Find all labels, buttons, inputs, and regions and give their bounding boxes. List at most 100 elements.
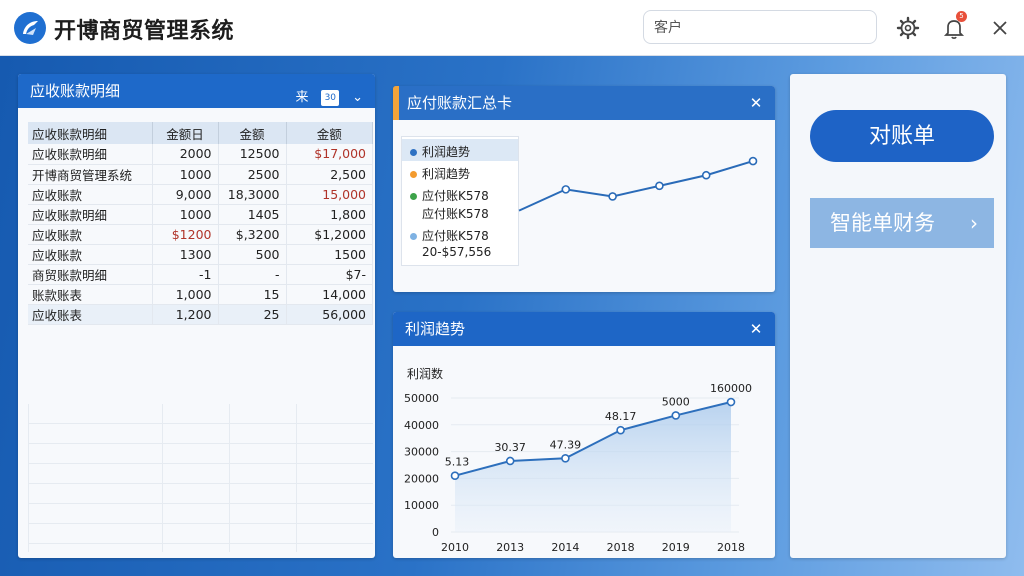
reconciliation-button[interactable]: 对账单 [810, 110, 994, 162]
ledger-title: 应收账款明细 [30, 82, 121, 100]
smart-finance-button[interactable]: 智能单财务 › [810, 198, 994, 248]
payable-legend: 利润趋势 利润趋势 应付账K578 应付账K578 应付账K578 20-$57… [401, 136, 519, 266]
ledger-header: 应收账款明细 来 30 ⌄ [18, 74, 375, 108]
table-cell: 2500 [218, 164, 287, 185]
chevron-down-icon[interactable]: ⌄ [352, 81, 363, 115]
table-cell: 应收账款 [28, 224, 153, 245]
table-cell: 1500 [286, 244, 373, 265]
column-header[interactable]: 金额 [286, 122, 373, 144]
column-header[interactable]: 金额日 [152, 122, 219, 144]
table-row[interactable]: 应收账款明细 1000 1405 1,800 [28, 204, 373, 225]
table-row[interactable]: 账款账表 1,000 15 14,000 [28, 284, 373, 305]
chevron-right-icon: › [970, 211, 978, 235]
table-cell: $,3200 [218, 224, 287, 245]
table-row[interactable]: 应收账款 9,000 18,3000 15,000 [28, 184, 373, 205]
search-input[interactable] [643, 10, 877, 44]
data-point [608, 192, 617, 201]
data-point [726, 397, 736, 407]
data-label: 47.39 [550, 438, 582, 451]
y-tick-label: 20000 [404, 472, 439, 485]
table-cell: 9,000 [152, 184, 219, 205]
data-label: 5000 [662, 395, 690, 408]
data-point [561, 185, 571, 194]
table-cell: $7- [286, 264, 373, 285]
legend-dot [410, 171, 417, 178]
action-panel: 对账单 智能单财务 › [790, 74, 1006, 558]
table-cell: 1000 [152, 164, 219, 185]
close-icon[interactable] [986, 14, 1014, 42]
table-cell: 商贸账款明细 [28, 264, 153, 285]
table-cell: 账款账表 [28, 284, 153, 305]
x-tick-label: 2014 [551, 541, 579, 554]
table-cell: 应收账款明细 [28, 204, 153, 225]
table-cell: 应收账表 [28, 304, 153, 325]
data-point [748, 156, 758, 166]
x-tick-label: 2018 [607, 541, 635, 554]
payable-summary-panel: 应付账款汇总卡 ✕ 利润趋势 利润趋势 应付账K578 应付账K578 应付账K… [393, 86, 775, 292]
legend-item[interactable]: 应付账K578 [422, 205, 489, 222]
table-cell: 15 [218, 284, 287, 305]
table-cell: 应收账款 [28, 184, 153, 205]
table-row[interactable]: 应收账表 1,200 25 56,000 [28, 304, 373, 325]
data-label: 48.17 [605, 410, 637, 423]
area-fill [455, 402, 731, 532]
ledger-tool-label[interactable]: 来 [296, 81, 309, 115]
table-cell: 500 [218, 244, 287, 265]
legend-item[interactable]: 利润趋势 [410, 165, 470, 182]
table-cell: 1405 [218, 204, 287, 225]
table-row[interactable]: 商贸账款明细 -1- $7- [28, 264, 373, 285]
profit-chart: 利润数 0 10000 20000 30000 40000 50000 5.13 30.37 47… [404, 366, 752, 554]
legend-item[interactable]: 应付账K578 [410, 227, 489, 244]
header-accent [393, 86, 399, 120]
legend-label: 应付账K578 [422, 189, 489, 203]
close-icon[interactable]: ✕ [747, 320, 765, 338]
table-cell: 1,200 [152, 304, 219, 325]
profit-header: 利润趋势 ✕ [393, 312, 775, 346]
legend-item[interactable]: 利润趋势 [410, 143, 470, 160]
table-cell: 应收账款 [28, 244, 153, 265]
y-tick-label: 30000 [404, 446, 439, 459]
ledger-table: 应收账款明细 金额日 金额 金额 应收账款明细 2000 12500 $17,000 … [28, 122, 373, 325]
legend-label: 利润趋势 [422, 167, 471, 181]
x-tick-label: 2019 [662, 541, 690, 554]
legend-label: 应付账K578 [422, 207, 489, 221]
series-line [518, 160, 754, 212]
column-header[interactable]: 金额 [218, 122, 287, 144]
data-point [701, 170, 711, 180]
table-cell: 1,000 [152, 284, 219, 305]
ledger-tools: 来 30 ⌄ [288, 80, 363, 106]
y-tick-label: 50000 [404, 392, 439, 405]
smart-finance-label: 智能单财务 [830, 211, 935, 235]
legend-label: 20-$57,556 [422, 245, 492, 259]
y-tick-label: 10000 [404, 499, 439, 512]
table-cell: 2,500 [286, 164, 373, 185]
data-point [655, 181, 664, 191]
data-point [505, 456, 515, 466]
profit-trend-panel: 利润趋势 ✕ 利润数 0 10000 20000 30000 40000 50000 5.13… [393, 312, 775, 558]
calendar-icon[interactable]: 30 [321, 89, 340, 106]
close-icon[interactable]: ✕ [747, 94, 765, 112]
payable-title: 应付账款汇总卡 [407, 94, 513, 112]
legend-item[interactable]: 应付账K578 [410, 187, 489, 204]
data-label: 160000 [710, 382, 752, 395]
legend-dot [410, 149, 417, 156]
notification-badge: 5 [956, 11, 967, 22]
table-cell: $1,2000 [286, 224, 373, 245]
table-row[interactable]: 应收账款明细 2000 12500 $17,000 [28, 144, 373, 165]
ledger-panel: 应收账款明细 来 30 ⌄ 应收账款明细 金额日 金额 金额 应收账款明细 200… [18, 74, 375, 558]
app-title: 开博商贸管理系统 [54, 19, 235, 44]
ledger-header-row: 应收账款明细 金额日 金额 金额 [28, 122, 373, 144]
data-point [450, 471, 460, 481]
y-tick-label: 0 [432, 526, 439, 539]
table-row[interactable]: 开博商贸管理系统 1000 2500 2,500 [28, 164, 373, 185]
legend-dot [410, 233, 417, 240]
table-row[interactable]: 应收账款 $1200 $,3200 $1,2000 [28, 224, 373, 245]
gear-icon[interactable] [894, 14, 922, 42]
table-cell: 1000 [152, 204, 219, 225]
table-row[interactable]: 应收账款 1300 500 1500 [28, 244, 373, 265]
table-cell: 25 [218, 304, 287, 325]
table-empty-area [28, 404, 373, 552]
legend-item[interactable]: 20-$57,556 [422, 245, 491, 259]
column-header[interactable]: 应收账款明细 [28, 122, 153, 144]
data-point [671, 411, 681, 420]
